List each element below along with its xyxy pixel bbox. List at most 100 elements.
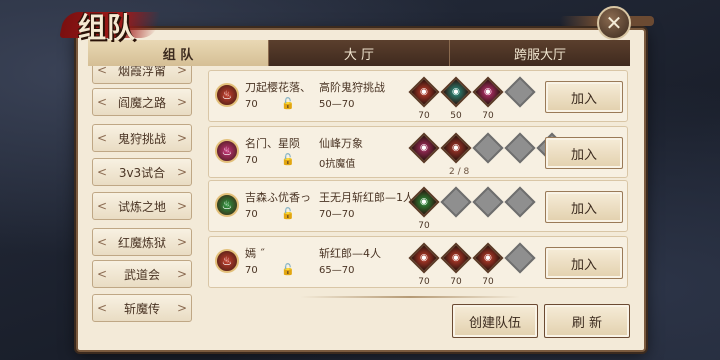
page-indicator: 2 / 8: [449, 167, 470, 177]
member-class-icon: ◉: [452, 252, 460, 263]
category-item[interactable]: < 斩魔传 >: [92, 294, 192, 322]
activity-name: 高阶鬼狩挑战: [319, 81, 385, 94]
tab-cross-server-hall[interactable]: 跨服大厅: [450, 40, 630, 66]
leader-name: 嫣 ˝: [245, 247, 265, 260]
team-list: ♨ 刀起樱花落、 70 🔓 高阶鬼狩挑战 50—70 ◉ 70 ◉ 50 ◉ 70 加入 ♨ 名门、星陨 70…: [204, 66, 628, 294]
member-class-icon: ◉: [420, 86, 428, 97]
activity-name: 王无月斩红郎—1人: [319, 191, 414, 204]
activity-name: 斩红郎—4人: [319, 247, 381, 260]
team-row: ♨ 名门、星陨 70 🔓 仙峰万象 0抗魔值 ◉ ◉ 2 / 8 加入: [208, 126, 628, 178]
join-button[interactable]: 加入: [545, 81, 623, 113]
team-row: ♨ 吉森ふ优香っ 70 🔓 王无月斩红郎—1人 70—70 ◉ 70 加入: [208, 180, 628, 232]
tab-bar: 组 队 大 厅 跨服大厅: [88, 40, 630, 66]
chevron-right-icon: >: [176, 199, 187, 213]
category-item[interactable]: < 武道会 >: [92, 260, 192, 288]
member-slot: ◉: [408, 242, 440, 274]
member-level: 50: [450, 111, 462, 121]
leader-level: 70: [245, 209, 258, 220]
empty-slot: [440, 186, 472, 218]
member-class-icon: ◉: [452, 86, 460, 97]
empty-slot: [504, 76, 536, 108]
lock-icon: 🔓: [281, 207, 295, 220]
leader-level: 70: [245, 265, 258, 276]
empty-slot: [504, 132, 536, 164]
activity-requirement: 0抗魔值: [319, 159, 356, 170]
member-level: 70: [482, 277, 494, 287]
chevron-left-icon: <: [97, 235, 108, 249]
join-button[interactable]: 加入: [545, 191, 623, 223]
empty-slot: [472, 132, 504, 164]
leader-level: 70: [245, 99, 258, 110]
activity-requirement: 50—70: [319, 99, 355, 110]
chevron-left-icon: <: [97, 95, 108, 109]
chevron-left-icon: <: [97, 131, 108, 145]
member-level: 70: [418, 111, 430, 121]
member-level: 70: [418, 221, 430, 231]
lock-icon: 🔓: [281, 263, 295, 276]
leader-class-icon: ♨: [215, 83, 239, 107]
chevron-right-icon: >: [176, 66, 187, 77]
chevron-left-icon: <: [97, 165, 108, 179]
divider: [300, 296, 520, 298]
member-slot: ◉: [472, 76, 504, 108]
create-team-button[interactable]: 创建队伍: [452, 304, 538, 338]
empty-slot: [472, 186, 504, 218]
member-level: 70: [482, 111, 494, 121]
chevron-right-icon: >: [176, 95, 187, 109]
member-slot: ◉: [408, 132, 440, 164]
chevron-right-icon: >: [176, 267, 187, 281]
chevron-right-icon: >: [176, 165, 187, 179]
member-level: 70: [450, 277, 462, 287]
member-class-icon: ◉: [420, 142, 428, 153]
team-row: ♨ 嫣 ˝ 70 🔓 斩红郎—4人 65—70 ◉ 70 ◉ 70 ◉ 70 加入: [208, 236, 628, 288]
member-class-icon: ◉: [484, 252, 492, 263]
member-class-icon: ◉: [484, 86, 492, 97]
category-item[interactable]: < 3v3试合 >: [92, 158, 192, 186]
lock-icon: 🔓: [281, 97, 295, 110]
category-item[interactable]: < 鬼狩挑战 >: [92, 124, 192, 152]
chevron-left-icon: <: [97, 301, 108, 315]
category-sidebar: < 烟霞浮甯 > < 阎魔之路 > < 鬼狩挑战 > < 3v3试合 > < 试…: [88, 66, 196, 352]
member-slot: ◉: [408, 76, 440, 108]
tab-hall[interactable]: 大 厅: [269, 40, 450, 66]
leader-class-icon: ♨: [215, 139, 239, 163]
close-icon: ✕: [605, 11, 623, 35]
category-item[interactable]: < 阎魔之路 >: [92, 88, 192, 116]
chevron-right-icon: >: [176, 301, 187, 315]
member-slot: ◉: [440, 76, 472, 108]
leader-class-icon: ♨: [215, 193, 239, 217]
lock-icon: 🔓: [281, 153, 295, 166]
member-class-icon: ◉: [452, 142, 460, 153]
chevron-right-icon: >: [176, 235, 187, 249]
member-level: 70: [418, 277, 430, 287]
member-slot: ◉: [472, 242, 504, 274]
title-badge: 组队: [59, 2, 162, 48]
activity-requirement: 65—70: [319, 265, 355, 276]
leader-level: 70: [245, 155, 258, 166]
chevron-left-icon: <: [97, 199, 108, 213]
member-slot: ◉: [440, 132, 472, 164]
empty-slot: [504, 242, 536, 274]
member-class-icon: ◉: [420, 252, 428, 263]
join-button[interactable]: 加入: [545, 137, 623, 169]
member-slot: ◉: [440, 242, 472, 274]
chevron-right-icon: >: [176, 131, 187, 145]
refresh-button[interactable]: 刷 新: [544, 304, 630, 338]
chevron-left-icon: <: [97, 66, 108, 77]
empty-slot: [504, 186, 536, 218]
category-item[interactable]: < 烟霞浮甯 >: [92, 66, 192, 84]
page-title: 组队: [78, 11, 137, 44]
team-row: ♨ 刀起樱花落、 70 🔓 高阶鬼狩挑战 50—70 ◉ 70 ◉ 50 ◉ 70 加入: [208, 70, 628, 122]
leader-name: 刀起樱花落、: [245, 81, 311, 94]
close-button[interactable]: ✕: [597, 6, 631, 40]
activity-requirement: 70—70: [319, 209, 355, 220]
leader-class-icon: ♨: [215, 249, 239, 273]
chevron-left-icon: <: [97, 267, 108, 281]
category-item[interactable]: < 试炼之地 >: [92, 192, 192, 220]
join-button[interactable]: 加入: [545, 247, 623, 279]
activity-name: 仙峰万象: [319, 137, 363, 150]
member-class-icon: ◉: [420, 196, 428, 207]
category-item[interactable]: < 红魔炼狱 >: [92, 228, 192, 256]
leader-name: 名门、星陨: [245, 137, 300, 150]
leader-name: 吉森ふ优香っ: [245, 191, 311, 204]
